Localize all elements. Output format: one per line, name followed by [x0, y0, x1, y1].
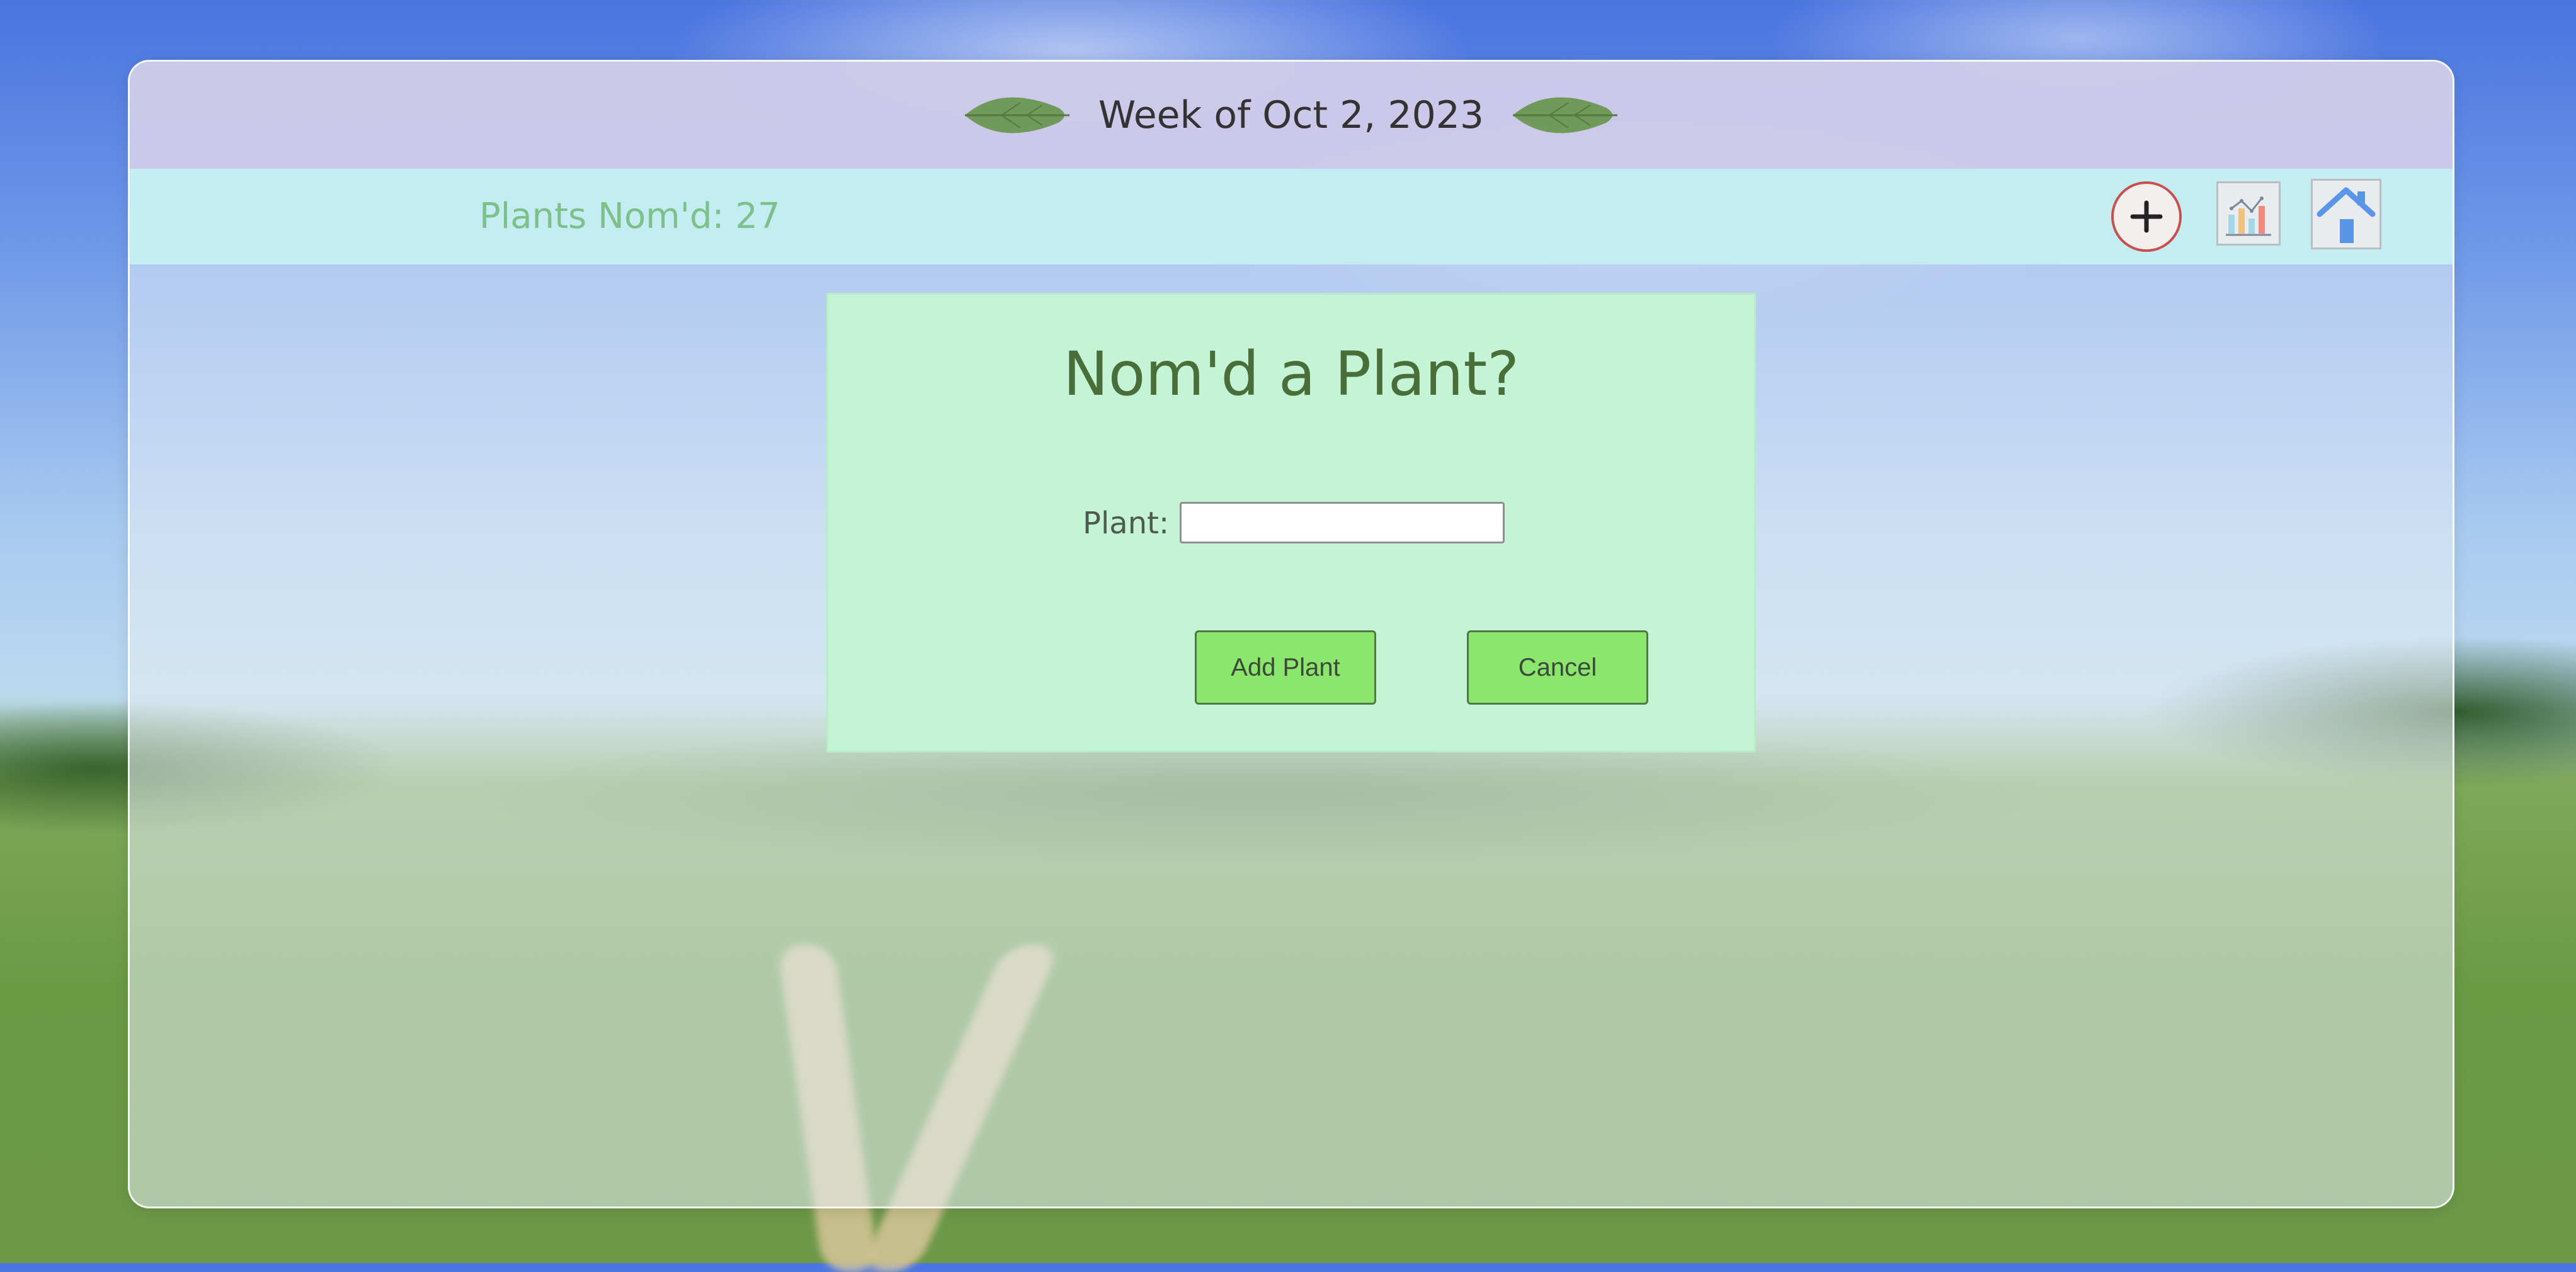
- bar-chart-icon: [2226, 196, 2271, 236]
- cancel-button[interactable]: Cancel: [1467, 630, 1648, 705]
- toolbar: Plants Nom'd: 27: [130, 169, 2453, 264]
- add-plant-dialog: Nom'd a Plant? Plant: Add Plant Cancel: [826, 293, 1756, 752]
- leaf-icon: [964, 97, 1069, 133]
- home-icon: [2317, 187, 2376, 243]
- stats-button[interactable]: [2216, 181, 2281, 246]
- add-plant-circle-button[interactable]: [2111, 181, 2182, 252]
- week-header: Week of Oct 2, 2023: [130, 62, 2453, 169]
- plant-input[interactable]: [1180, 502, 1505, 543]
- plant-field-label: Plant:: [1083, 506, 1170, 541]
- leaf-icon: [1513, 97, 1618, 133]
- plus-icon: [2130, 200, 2163, 233]
- main-panel: Week of Oct 2, 2023 Plants Nom'd: 27 Nom…: [128, 60, 2454, 1208]
- add-plant-button[interactable]: Add Plant: [1195, 630, 1376, 705]
- dialog-title: Nom'd a Plant?: [1063, 339, 1520, 409]
- week-title: Week of Oct 2, 2023: [1098, 93, 1485, 137]
- home-button[interactable]: [2311, 179, 2381, 249]
- plants-count-label: Plants Nom'd: 27: [479, 196, 780, 237]
